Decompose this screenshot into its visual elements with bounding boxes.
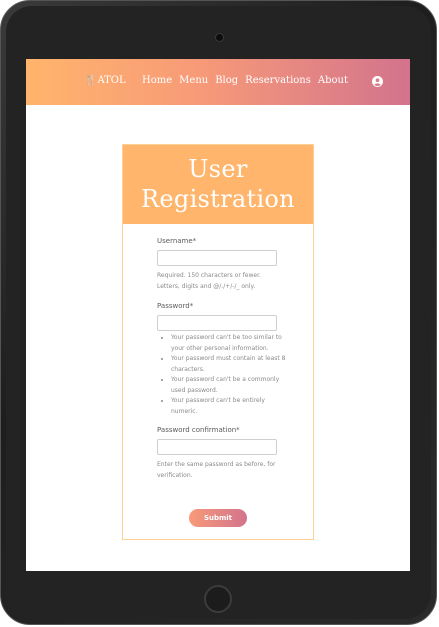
cutlery-icon: 🍴 — [84, 75, 97, 86]
home-button[interactable] — [204, 585, 232, 613]
camera-icon — [215, 33, 224, 42]
user-circle-icon[interactable] — [372, 76, 383, 87]
password-confirmation-input[interactable] — [157, 439, 277, 455]
password-input[interactable] — [157, 315, 277, 331]
username-label: Username* — [157, 237, 197, 245]
password-rule: Your password can't be too similar to yo… — [171, 333, 287, 354]
brand-logo[interactable]: 🍴 ATOL — [84, 75, 126, 86]
password-confirmation-label: Password confirmation* — [157, 426, 240, 434]
username-input[interactable] — [157, 250, 277, 266]
card-header: User Registration — [123, 145, 313, 224]
registration-card: User Registration Username* Required. 15… — [122, 144, 314, 540]
nav-link-about[interactable]: About — [318, 75, 348, 86]
browser-screen: 🍴 ATOL Home Menu Blog Reservations About… — [26, 59, 410, 571]
username-help: Required. 150 characters or fewer. Lette… — [157, 270, 287, 292]
page-title-line-1: User — [188, 155, 248, 183]
password-confirmation-help: Enter the same password as before, for v… — [157, 461, 276, 479]
nav-links: Home Menu Blog Reservations About — [142, 75, 348, 86]
password-label: Password* — [157, 302, 194, 310]
navbar: 🍴 ATOL Home Menu Blog Reservations About — [26, 59, 410, 105]
submit-button[interactable]: Submit — [189, 509, 247, 527]
password-rules-list: Your password can't be too similar to yo… — [157, 333, 287, 417]
nav-link-reservations[interactable]: Reservations — [245, 75, 311, 86]
password-rule: Your password can't be entirely numeric. — [171, 396, 287, 417]
nav-link-menu[interactable]: Menu — [179, 75, 208, 86]
username-help-line-2: Letters, digits and @/./+/-/_ only. — [157, 283, 256, 290]
page-title-line-2: Registration — [141, 185, 295, 213]
registration-form: Username* Required. 150 characters or fe… — [157, 237, 287, 481]
password-rule: Your password must contain at least 8 ch… — [171, 354, 287, 375]
username-help-line-1: Required. 150 characters or fewer. — [157, 272, 261, 279]
nav-link-blog[interactable]: Blog — [215, 75, 238, 86]
nav-link-home[interactable]: Home — [142, 75, 172, 86]
brand-name: ATOL — [97, 75, 126, 86]
password-rule: Your password can't be a commonly used p… — [171, 375, 287, 396]
